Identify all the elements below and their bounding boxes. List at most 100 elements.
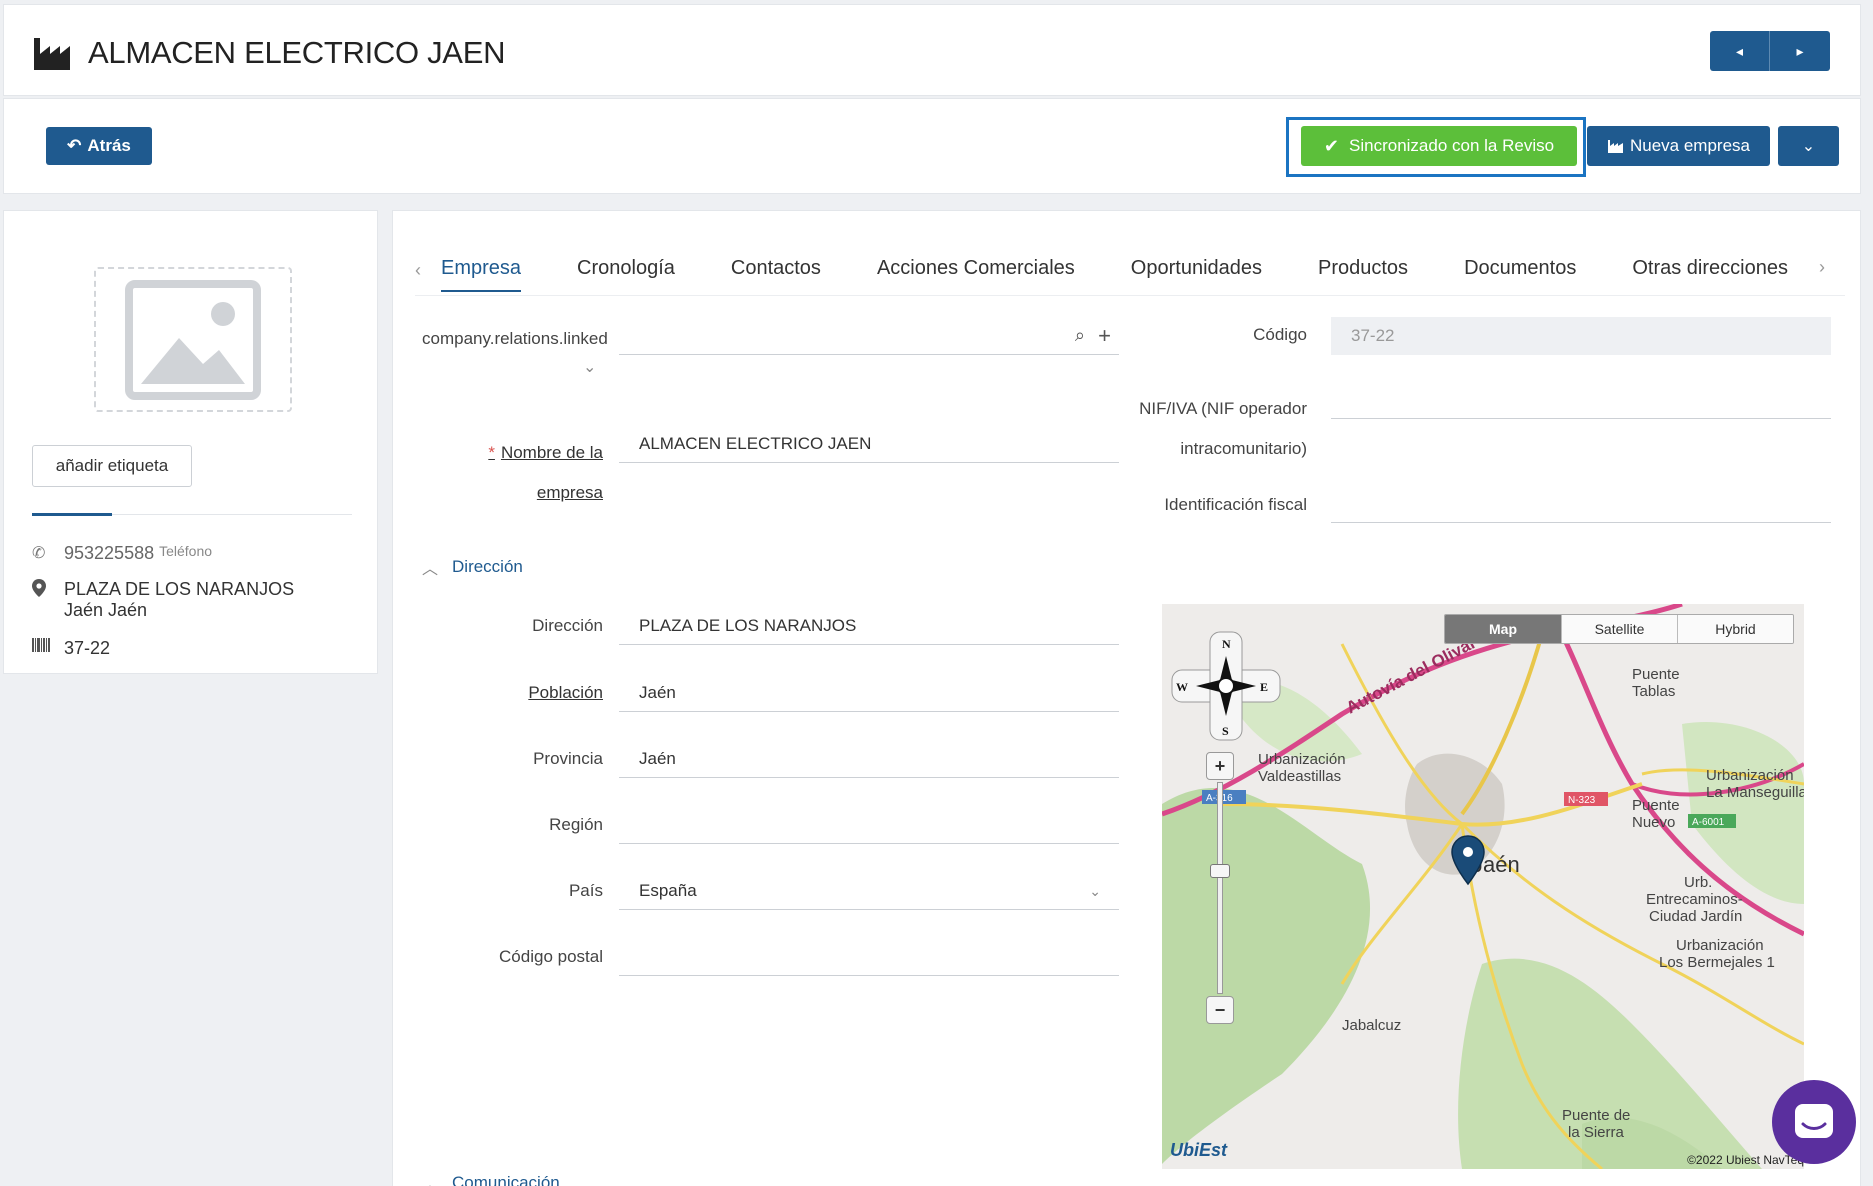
tab-bar: ‹ Empresa Cronología Contactos Acciones …: [415, 245, 1845, 295]
zoom-out-button[interactable]: −: [1206, 996, 1234, 1024]
provincia-label: Provincia: [533, 749, 603, 768]
map-copyright: ©2022 Ubiest NavTeq: [1687, 1153, 1804, 1167]
map-provider-logo: UbiEst: [1170, 1140, 1228, 1160]
svg-text:Los Bermejales 1: Los Bermejales 1: [1659, 954, 1775, 971]
code-input[interactable]: 37-22: [1331, 317, 1831, 355]
image-placeholder-icon: [125, 279, 261, 400]
caret-left-icon: ◂: [1735, 42, 1744, 59]
tab-contactos[interactable]: Contactos: [731, 249, 821, 292]
map-pin-icon: [32, 579, 54, 602]
region-input[interactable]: [619, 806, 1119, 844]
svg-text:Ciudad Jardín: Ciudad Jardín: [1649, 908, 1742, 925]
tab-productos[interactable]: Productos: [1318, 249, 1408, 292]
phone-icon: ✆: [32, 545, 46, 562]
title-wrap: ALMACEN ELECTRICO JAEN: [32, 35, 505, 71]
code-row: 37-22: [32, 638, 110, 659]
prev-record-button[interactable]: ◂: [1710, 31, 1770, 71]
svg-text:Valdeastillas: Valdeastillas: [1258, 768, 1341, 785]
map-type-satellite[interactable]: Satellite: [1561, 615, 1677, 643]
factory-icon: [34, 38, 70, 70]
pais-value: España: [639, 880, 697, 900]
cp-input[interactable]: [619, 938, 1119, 976]
address-line2: Jaén Jaén: [64, 600, 148, 620]
svg-text:Tablas: Tablas: [1632, 683, 1675, 700]
next-record-button[interactable]: ▸: [1770, 31, 1830, 71]
svg-text:La Manseguilla: La Manseguilla: [1706, 784, 1804, 801]
region-label: Región: [549, 815, 603, 834]
company-name-label-line2: empresa: [536, 483, 603, 502]
tab-acciones-comerciales[interactable]: Acciones Comerciales: [877, 249, 1075, 292]
svg-text:E: E: [1260, 680, 1268, 694]
map-label-puente-nuevo: Puente: [1632, 797, 1680, 814]
page-title: ALMACEN ELECTRICO JAEN: [88, 35, 506, 70]
new-company-label: Nueva empresa: [1629, 136, 1750, 155]
caret-right-icon: ▸: [1796, 42, 1804, 59]
tab-underline: [415, 295, 1845, 296]
road-badge-a6001: A-6001: [1692, 817, 1725, 828]
fiscal-id-input[interactable]: [1331, 485, 1831, 523]
sync-button[interactable]: ✔ Sincronizado con la Reviso: [1301, 126, 1577, 166]
chevron-down-icon: ⌄: [1089, 883, 1101, 899]
tab-documentos[interactable]: Documentos: [1464, 249, 1576, 292]
road-badge-n323: N-323: [1568, 795, 1596, 806]
linked-label: company.relations.linked: [422, 329, 608, 348]
tab-cronologia[interactable]: Cronología: [577, 249, 675, 292]
company-summary-card: añadir etiqueta ✆ 953225588 Teléfono PLA…: [3, 210, 378, 674]
map-type-hybrid[interactable]: Hybrid: [1677, 615, 1793, 643]
toolbar-card: ↶ Atrás ✔ Sincronizado con la Reviso Nue…: [3, 98, 1861, 194]
svg-text:la Sierra: la Sierra: [1568, 1124, 1625, 1141]
nif-input[interactable]: [1331, 381, 1831, 419]
double-chevron-down-icon: ⌄: [1801, 138, 1816, 155]
tab-oportunidades[interactable]: Oportunidades: [1131, 249, 1262, 292]
expand-chevron-icon[interactable]: ⌄: [583, 357, 596, 377]
address-row: PLAZA DE LOS NARANJOS Jaén Jaén: [32, 579, 294, 621]
provincia-input[interactable]: Jaén: [619, 740, 1119, 778]
location-map[interactable]: Autovía del Olivar Puente Tablas Urbaniz…: [1162, 604, 1804, 1169]
chat-launcher-button[interactable]: [1772, 1080, 1856, 1164]
nif-label-line2: intracomunitario): [1180, 439, 1307, 458]
map-type-map[interactable]: Map: [1445, 615, 1561, 643]
company-name-label: * Nombre de la empresa: [473, 433, 603, 513]
map-label-entrecaminos: Urb.: [1684, 874, 1712, 891]
company-logo-placeholder[interactable]: [94, 267, 292, 412]
check-icon: ✔: [1323, 135, 1340, 156]
chevron-up-icon: ︿: [422, 1177, 439, 1186]
tab-empresa[interactable]: Empresa: [441, 249, 522, 292]
zoom-track[interactable]: [1217, 782, 1223, 994]
chevron-up-icon: ︿: [422, 561, 439, 578]
zoom-slider-handle[interactable]: [1210, 864, 1230, 878]
communication-section-label: Comunicación: [452, 1173, 560, 1186]
address-line1: PLAZA DE LOS NARANJOS: [64, 579, 295, 599]
map-label-puente-tablas: Puente: [1632, 666, 1680, 683]
phone-number[interactable]: 953225588: [64, 543, 154, 564]
barcode-icon: [32, 638, 54, 657]
map-label-valdeastillas: Urbanización: [1258, 751, 1346, 768]
new-company-button[interactable]: Nueva empresa: [1587, 126, 1770, 166]
back-button[interactable]: ↶ Atrás: [46, 127, 152, 165]
direccion-input[interactable]: PLAZA DE LOS NARANJOS: [619, 607, 1119, 645]
tab-otras-direcciones[interactable]: Otras direcciones: [1632, 249, 1788, 292]
code-label: Código: [1253, 325, 1307, 344]
address-section-toggle[interactable]: ︿ Dirección: [422, 555, 523, 579]
map-type-switcher: Map Satellite Hybrid: [1444, 614, 1794, 644]
more-actions-button[interactable]: ⌄: [1778, 126, 1839, 166]
tabs-scroll-right-icon[interactable]: ›: [1819, 257, 1845, 278]
cp-label: Código postal: [499, 947, 603, 966]
communication-section-toggle[interactable]: ︿ Comunicación: [422, 1171, 560, 1186]
add-tag-button[interactable]: añadir etiqueta: [32, 445, 192, 487]
poblacion-input[interactable]: Jaén: [619, 674, 1119, 712]
address-text: PLAZA DE LOS NARANJOS Jaén Jaén: [64, 579, 294, 621]
divider-accent: [32, 513, 112, 516]
chat-icon: [1795, 1104, 1833, 1138]
back-button-label: Atrás: [87, 136, 131, 155]
pais-select[interactable]: España ⌄: [619, 872, 1119, 910]
company-name-label-line1: Nombre de la: [500, 443, 603, 462]
zoom-in-button[interactable]: +: [1206, 752, 1234, 780]
undo-icon: ↶: [67, 136, 82, 155]
zoom-control: + −: [1206, 752, 1234, 1032]
map-tiles: Autovía del Olivar Puente Tablas Urbaniz…: [1162, 604, 1804, 1169]
phone-tag: Teléfono: [159, 543, 213, 559]
poblacion-label[interactable]: Población: [413, 683, 603, 703]
svg-text:Nuevo: Nuevo: [1632, 814, 1675, 831]
tabs-scroll-left-icon[interactable]: ‹: [415, 260, 441, 281]
